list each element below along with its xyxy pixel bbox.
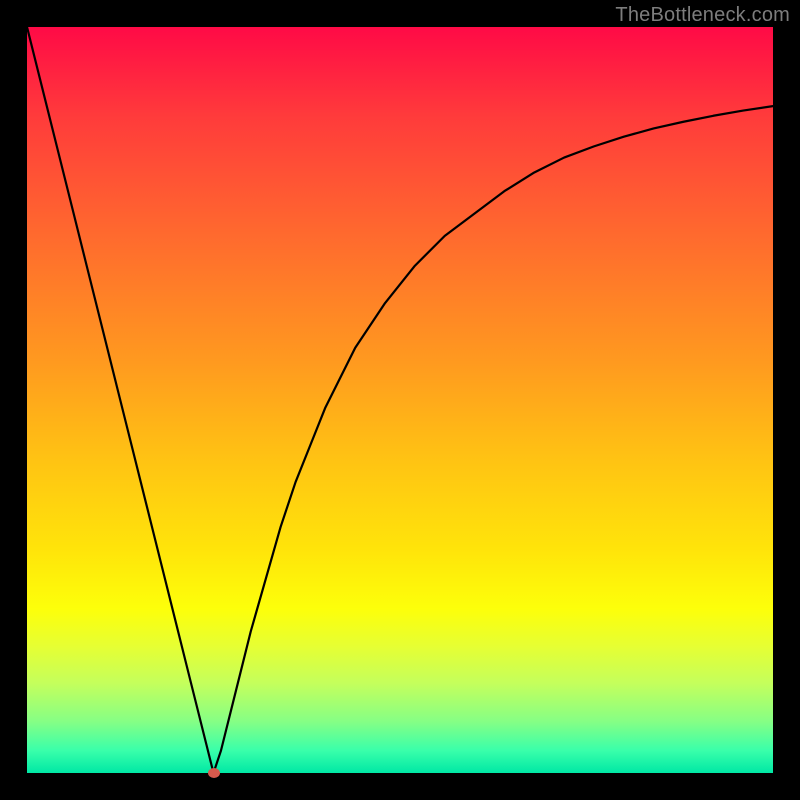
watermark-text: TheBottleneck.com [615, 4, 790, 27]
curve-path [27, 27, 773, 773]
bottleneck-curve [27, 27, 773, 773]
chart-outer-frame: TheBottleneck.com [0, 0, 800, 800]
minimum-marker-dot [208, 768, 220, 778]
